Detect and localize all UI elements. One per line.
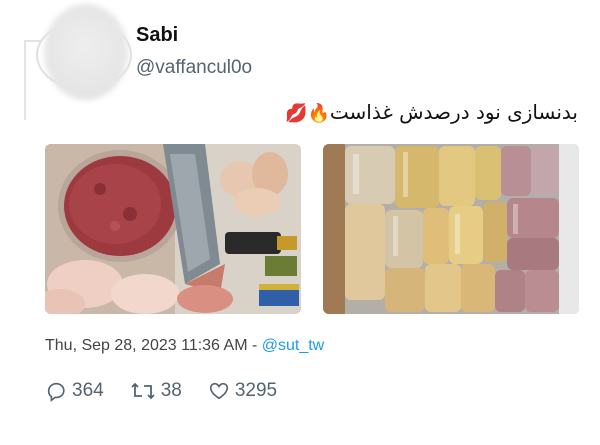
author-name[interactable]: Sabi	[136, 24, 178, 47]
avatar[interactable]	[44, 4, 128, 100]
reply-button[interactable]: 364	[45, 380, 104, 402]
like-button[interactable]: 3295	[208, 380, 277, 402]
corner-bracket	[24, 40, 26, 120]
heart-icon	[209, 382, 228, 400]
tweet-photo-bagged-meat[interactable]	[323, 144, 579, 314]
tweet-timestamp[interactable]: Thu, Sep 28, 2023 11:36 AM	[45, 337, 248, 354]
tweet-actions: 364 38 3295	[45, 380, 303, 402]
tweet-meta: Thu, Sep 28, 2023 11:36 AM - @sut_tw	[45, 337, 324, 355]
retweet-icon	[131, 382, 155, 400]
source-link[interactable]: @sut_tw	[262, 337, 324, 354]
like-count: 3295	[234, 380, 278, 401]
retweet-count: 38	[160, 380, 182, 401]
tweet-body: بدنسازی نود درصدش غذاست	[329, 100, 578, 124]
author-handle[interactable]: @vaffancul0o	[136, 57, 252, 79]
retweet-button[interactable]: 38	[130, 380, 182, 402]
reply-icon	[47, 382, 65, 402]
fire-icon: 🔥	[307, 103, 330, 124]
tweet-photo-groceries[interactable]	[45, 144, 301, 314]
reply-count: 364	[72, 380, 104, 401]
tweet-card: Sabi @vaffancul0o بدنسازی نود درصدش غذاس…	[0, 0, 600, 445]
kiss-lips-icon: 💋	[285, 103, 308, 124]
meta-separator: -	[247, 337, 262, 354]
tweet-text: بدنسازی نود درصدش غذاست🔥💋	[285, 100, 578, 124]
